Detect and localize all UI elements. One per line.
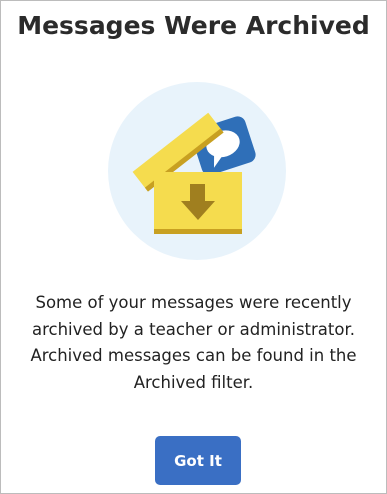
dialog-title: Messages Were Archived	[17, 11, 370, 40]
message-line: Archived filter.	[133, 372, 254, 392]
archive-box-icon	[108, 82, 286, 260]
message-line: archived by a teacher or administrator.	[31, 319, 355, 339]
message-line: Archived messages can be found in the	[30, 346, 357, 365]
got-it-button[interactable]: Got It	[155, 436, 241, 485]
archived-messages-dialog: Messages Were Archived Some of your mess…	[0, 0, 387, 494]
message-line: Some of your messages were recently	[35, 293, 352, 312]
dialog-message: Some of your messages were recently arch…	[15, 290, 372, 396]
